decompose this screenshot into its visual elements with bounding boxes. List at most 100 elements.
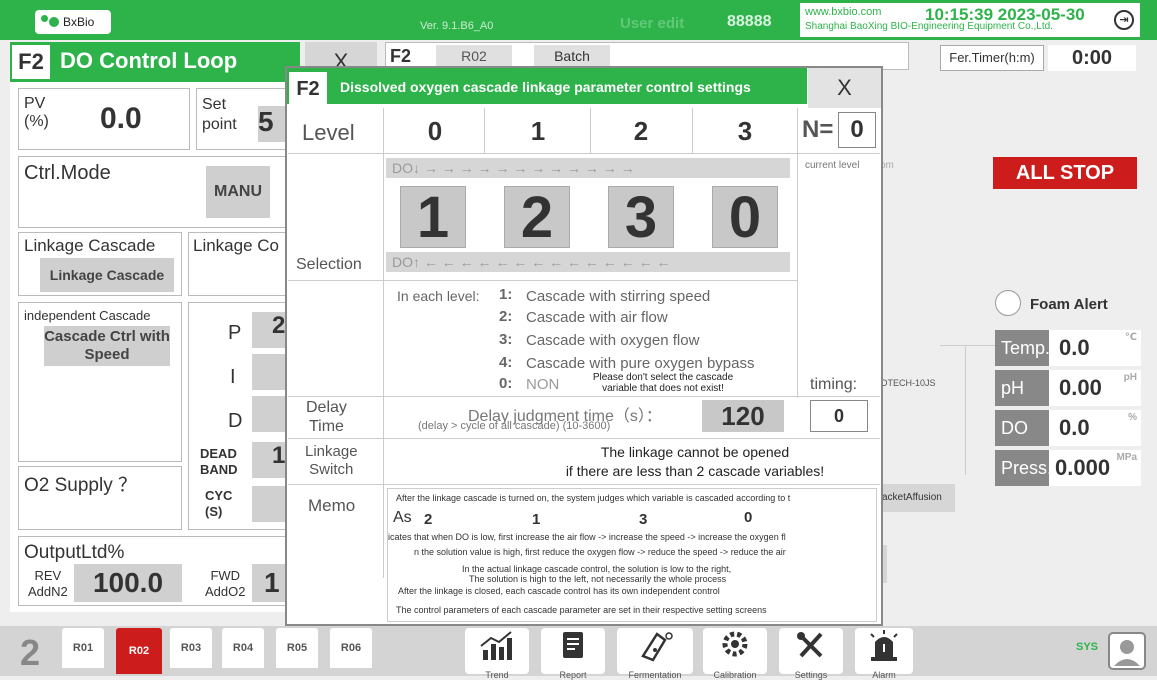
- output-ltd-label: OutputLtd%: [24, 542, 125, 563]
- independent-cascade-label: independent Cascade: [24, 308, 151, 323]
- nav-report-button[interactable]: Report: [541, 628, 605, 680]
- do-down-bar: DO↓ → → → → → → → → → → → →: [386, 158, 790, 178]
- i-value[interactable]: [252, 354, 286, 390]
- d-value[interactable]: [252, 396, 286, 432]
- temp-value: 0.0: [1059, 335, 1090, 360]
- ctrl-mode-label: Ctrl.Mode: [24, 162, 111, 184]
- memo-line-2: icates that when DO is low, first increa…: [388, 532, 786, 542]
- selection-digit-0[interactable]: 1: [400, 185, 466, 250]
- linkage-cascade-button[interactable]: Linkage Cascade: [40, 258, 174, 292]
- timing-value: 0: [810, 400, 868, 432]
- ph-value-box: 0.00 pH: [1049, 370, 1141, 406]
- selection-digit-1[interactable]: 2: [504, 185, 570, 250]
- timing-label: timing:: [810, 376, 858, 393]
- site-url: www.bxbio.com: [805, 6, 882, 18]
- memo-box: After the linkage cascade is turned on, …: [387, 488, 877, 622]
- batch-button[interactable]: Batch: [534, 45, 610, 67]
- memo-as: As: [393, 509, 412, 526]
- setpoint-value[interactable]: 5: [258, 106, 288, 142]
- memo-num-0: 2: [424, 511, 433, 528]
- opt4-num: 4:: [499, 354, 513, 371]
- opt1-num: 1:: [499, 286, 513, 303]
- opt0-num: 0:: [499, 375, 513, 392]
- settings-icon: [797, 632, 823, 658]
- all-stop-button[interactable]: ALL STOP: [993, 157, 1137, 189]
- f2-label: F2: [12, 45, 50, 79]
- nav-trend-button[interactable]: Trend: [465, 628, 529, 680]
- nav-alarm-button[interactable]: Alarm: [855, 628, 913, 680]
- linkage-co-label: Linkage Co: [193, 236, 280, 255]
- temp-label: Temp.: [995, 330, 1050, 366]
- ph-unit: pH: [1123, 372, 1137, 383]
- tab-r03[interactable]: R03: [170, 628, 212, 668]
- delay-label: Delay Time: [306, 399, 347, 435]
- tab-r02[interactable]: R02: [116, 628, 162, 674]
- nav-calibration-button[interactable]: Calibration: [703, 628, 767, 680]
- tab-r01[interactable]: R01: [62, 628, 104, 668]
- linkage-switch-label: Linkage Switch: [305, 443, 358, 478]
- selection-digit-3[interactable]: 0: [712, 185, 778, 250]
- press-value-box: 0.000 MPa: [1049, 450, 1141, 486]
- temp-unit: ℃: [1124, 332, 1137, 343]
- manu-button[interactable]: MANU: [206, 166, 270, 218]
- selection-label: Selection: [296, 256, 362, 273]
- opt3-num: 3:: [499, 331, 513, 348]
- press-value: 0.000: [1055, 455, 1111, 480]
- memo-line-4: In the actual linkage cascade control, t…: [462, 564, 732, 574]
- pv-label: PV (%): [24, 95, 49, 130]
- ph-value: 0.00: [1059, 375, 1102, 400]
- memo-line-3: n the solution value is high, first redu…: [414, 547, 786, 557]
- memo-num-3: 0: [744, 509, 753, 526]
- linkage-message: The linkage cannot be opened if there are…: [565, 444, 825, 479]
- logo: BxBio: [35, 10, 111, 34]
- report-icon: [563, 632, 583, 658]
- fermentation-icon: [641, 632, 673, 662]
- left-title: DO Control Loop: [60, 48, 238, 73]
- press-label: Press.: [995, 450, 1052, 486]
- i-label: I: [230, 366, 236, 388]
- deadband-value[interactable]: 1: [252, 442, 286, 478]
- level-3: 3: [737, 116, 753, 146]
- cyc-value[interactable]: [252, 486, 286, 522]
- memo-line-5: The solution is high to the left, not ne…: [469, 574, 727, 584]
- level-1: 1: [530, 116, 546, 146]
- cascade-ctrl-button[interactable]: Cascade Ctrl with Speed: [44, 326, 170, 366]
- selection-digit-2[interactable]: 3: [608, 185, 674, 250]
- delay-value[interactable]: 120: [702, 400, 784, 432]
- logo-icon: [39, 13, 59, 31]
- o2-supply-label[interactable]: O2 Supply ？: [24, 470, 137, 497]
- tab-r04[interactable]: R04: [222, 628, 264, 668]
- nav-fermentation-button[interactable]: Fermentation: [617, 628, 693, 680]
- tab-r06[interactable]: R06: [330, 628, 372, 668]
- foam-alert-indicator: [995, 290, 1021, 316]
- opt2-num: 2:: [499, 308, 513, 325]
- user-edit[interactable]: User edit: [620, 15, 684, 32]
- datetime: 10:15:39 2023-05-30: [925, 5, 1085, 24]
- setpoint-label: Set point: [202, 96, 237, 133]
- fer-timer-value: 0:00: [1048, 45, 1136, 71]
- tab-r05[interactable]: R05: [276, 628, 318, 668]
- calibration-icon: [722, 631, 748, 657]
- nav-settings-label: Settings: [794, 670, 828, 680]
- p-label: P: [228, 322, 242, 344]
- dialog-close-button[interactable]: X: [808, 68, 881, 108]
- do-value: 0.0: [1059, 415, 1090, 440]
- user-avatar-icon[interactable]: [1108, 632, 1146, 670]
- do-label: DO: [995, 410, 1049, 446]
- opt0-text: NON: [526, 376, 560, 393]
- logout-icon[interactable]: ⇥: [1114, 10, 1134, 30]
- press-unit: MPa: [1116, 452, 1137, 463]
- temp-value-box: 0.0 ℃: [1049, 330, 1141, 366]
- nav-calibration-label: Calibration: [713, 670, 757, 680]
- user-code: 88888: [727, 13, 772, 30]
- jacket-button[interactable]: JacketAffusion: [875, 484, 955, 512]
- nav-trend-label: Trend: [485, 670, 509, 680]
- p-value[interactable]: 2: [252, 312, 286, 348]
- mid-r02[interactable]: R02: [436, 45, 512, 67]
- n-value[interactable]: 0: [838, 112, 876, 148]
- fwd-value[interactable]: 1: [252, 564, 286, 602]
- rev-value[interactable]: 100.0: [74, 564, 182, 602]
- dialog-f2: F2: [289, 72, 327, 106]
- memo-line-7: The control parameters of each cascade p…: [396, 605, 767, 615]
- nav-settings-button[interactable]: Settings: [779, 628, 843, 680]
